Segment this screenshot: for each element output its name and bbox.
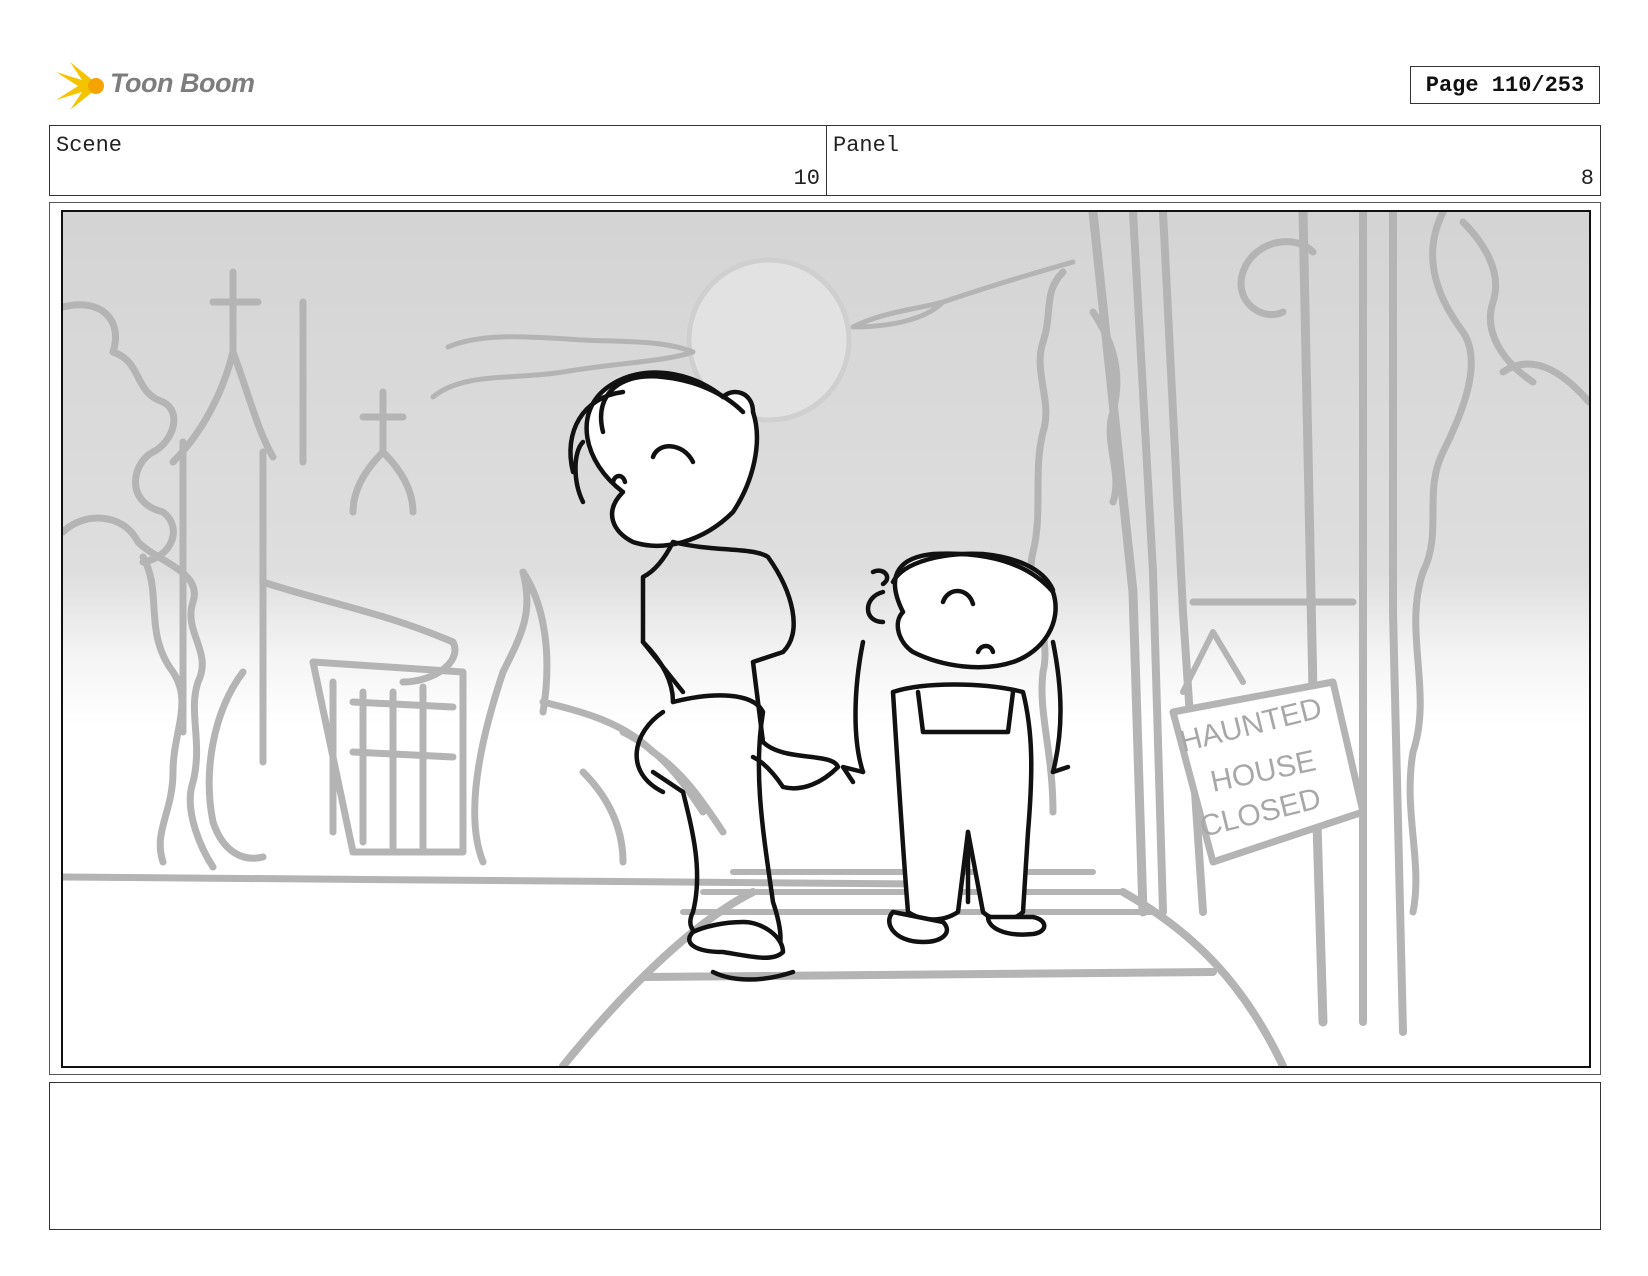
panel-notes-area	[49, 1082, 1601, 1230]
panel-label: Panel	[833, 133, 900, 158]
scene-label: Scene	[56, 133, 123, 158]
scene-number: 10	[793, 166, 820, 191]
page-indicator: Page 110/253	[1410, 66, 1600, 104]
panel-number: 8	[1580, 166, 1594, 191]
scene-cell: Scene 10	[50, 126, 827, 195]
panel-cell: Panel 8	[827, 126, 1600, 195]
toon-boom-logo: Toon Boom	[52, 58, 262, 114]
panel-info-row: Scene 10 Panel 8	[49, 125, 1601, 196]
comet-star-icon	[56, 62, 104, 110]
storyboard-frame: HAUNTED HOUSE CLOSED	[61, 210, 1591, 1068]
logo-text: Toon Boom	[110, 68, 255, 98]
sketch-artwork: HAUNTED HOUSE CLOSED	[63, 212, 1589, 1066]
